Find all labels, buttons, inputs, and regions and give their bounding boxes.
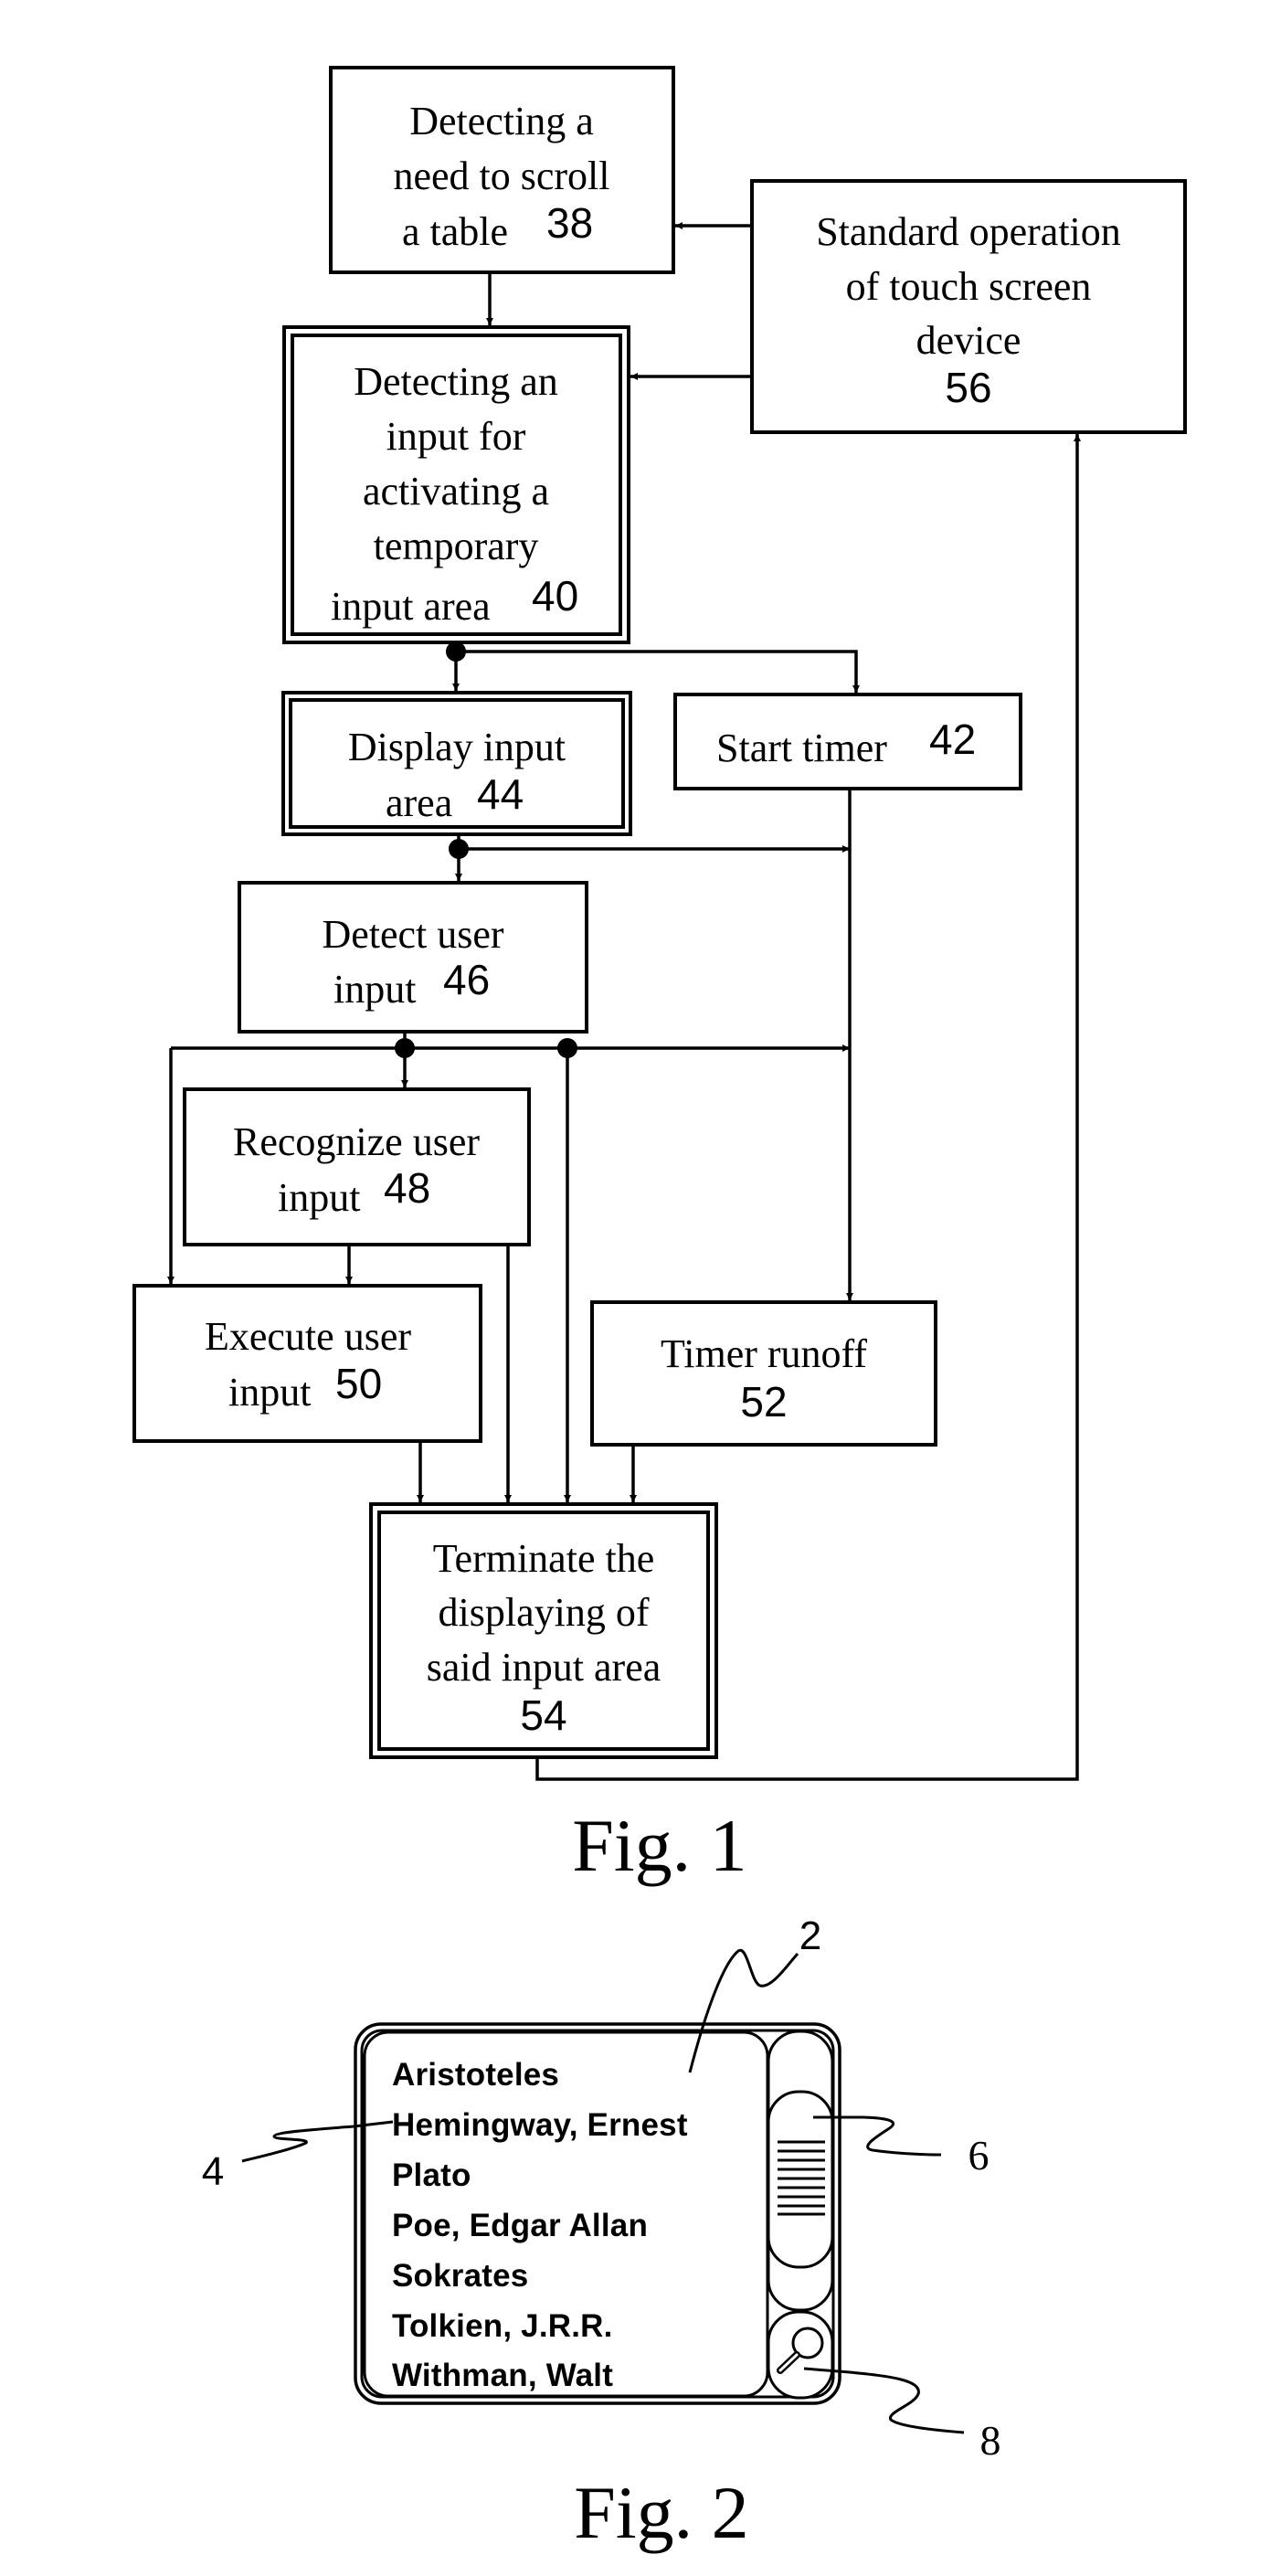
step-48-line-1: Recognize user	[233, 1119, 480, 1164]
list-item[interactable]: Hemingway, Ernest	[392, 2107, 688, 2143]
step-38-line-1: Detecting a	[409, 99, 594, 143]
step-48-line-2: input	[278, 1175, 360, 1220]
step-40-line-3: activating a	[363, 469, 549, 514]
step-40-line-5: input area	[331, 584, 491, 629]
patent-drawing-sheet: Detecting a need to scroll a table 38 St…	[132, 66, 1187, 2554]
step-44-line-1: Display input	[348, 725, 566, 769]
reference-label-4: 4	[202, 2149, 224, 2194]
step-44-display-input-area: Display input area 44	[281, 691, 632, 836]
search-button[interactable]	[767, 2310, 834, 2400]
step-46-number: 46	[443, 956, 490, 1003]
step-40-number: 40	[532, 572, 578, 620]
step-56-line-1: Standard operation	[816, 209, 1121, 254]
step-54-terminate-display: Terminate the displaying of said input a…	[369, 1502, 718, 1759]
step-52-label: Timer runoff	[661, 1331, 867, 1376]
step-56-number: 56	[945, 364, 991, 411]
step-52-timer-runoff: Timer runoff 52	[590, 1300, 937, 1447]
step-48-number: 48	[384, 1164, 430, 1212]
step-42-label: Start timer	[716, 726, 887, 770]
step-54-line-3: said input area	[427, 1645, 661, 1690]
figure-2-device: Aristoteles Hemingway, Ernest Plato Poe,…	[202, 1913, 1001, 2554]
step-52-number: 52	[740, 1378, 787, 1426]
step-48-recognize-user-input: Recognize user input 48	[183, 1087, 531, 1246]
arrow-40-to-42	[456, 650, 860, 693]
figure-2-caption: Fig. 2	[574, 2471, 748, 2554]
step-40-line-4: temporary	[374, 524, 539, 568]
step-56-line-3: device	[916, 318, 1021, 363]
reference-label-2: 2	[799, 1913, 821, 1958]
step-38-line-3: a table	[402, 209, 508, 254]
step-50-number: 50	[335, 1360, 382, 1407]
figure-1-caption: Fig. 1	[572, 1804, 746, 1887]
step-46-line-2: input	[333, 967, 416, 1012]
reference-label-6: 6	[968, 2132, 990, 2178]
step-50-execute-user-input: Execute user input 50	[132, 1284, 482, 1443]
step-44-number: 44	[477, 770, 524, 818]
step-54-number: 54	[520, 1691, 566, 1739]
step-54-line-1: Terminate the	[433, 1536, 654, 1581]
step-46-line-1: Detect user	[322, 912, 503, 957]
step-42-number: 42	[929, 716, 976, 763]
step-42-start-timer: Start timer 42	[673, 693, 1022, 790]
step-40-line-2: input for	[386, 414, 526, 459]
step-50-line-2: input	[228, 1370, 311, 1415]
list-item[interactable]: Withman, Walt	[392, 2358, 613, 2393]
step-38-line-2: need to scroll	[393, 154, 609, 198]
step-54-line-2: displaying of	[439, 1590, 650, 1635]
step-46-detect-user-input: Detect user input 46	[238, 881, 588, 1034]
step-56-line-2: of touch screen	[846, 264, 1092, 309]
list-item[interactable]: Aristoteles	[392, 2057, 559, 2093]
figure-1-flowchart: Detecting a need to scroll a table 38 St…	[132, 66, 1187, 1887]
reference-label-8: 8	[980, 2417, 1001, 2464]
list-item[interactable]: Tolkien, J.R.R.	[392, 2308, 613, 2344]
step-38-detect-scroll-need: Detecting a need to scroll a table 38	[329, 66, 675, 274]
step-38-number: 38	[546, 199, 593, 247]
scrollbar[interactable]	[767, 2030, 834, 2312]
list-item[interactable]: Sokrates	[392, 2258, 528, 2294]
list-item[interactable]: Plato	[392, 2157, 471, 2193]
step-56-standard-operation: Standard operation of touch screen devic…	[750, 179, 1187, 434]
step-44-line-2: area	[386, 780, 452, 825]
list-item[interactable]: Poe, Edgar Allan	[392, 2208, 648, 2243]
step-40-line-1: Detecting an	[354, 359, 558, 404]
step-40-detect-activation-input: Detecting an input for activating a temp…	[282, 325, 630, 644]
step-50-line-1: Execute user	[205, 1314, 411, 1359]
name-list-panel[interactable]: Aristoteles Hemingway, Ernest Plato Poe,…	[363, 2030, 769, 2398]
